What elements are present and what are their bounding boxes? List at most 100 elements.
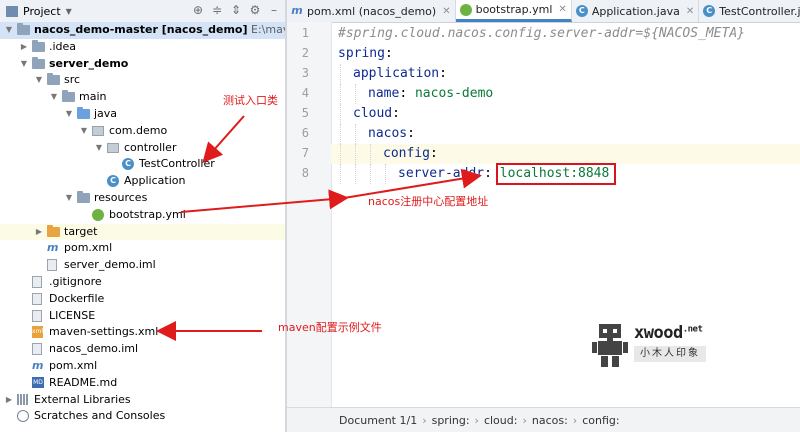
chevron-right-icon: › (474, 413, 479, 427)
java-class-icon: C (703, 5, 716, 17)
hide-panel-icon[interactable]: – (267, 3, 281, 17)
tree-item-label: server_demo.iml (64, 257, 156, 274)
tree-item[interactable]: Scratches and Consoles (0, 408, 285, 425)
md-file-icon: MD (32, 376, 44, 388)
breadcrumb-item[interactable]: cloud: (484, 414, 518, 427)
tree-item[interactable]: ▼ resources (0, 190, 285, 207)
watermark-subtitle: 小木人印象 (634, 346, 706, 362)
tree-item[interactable]: C Application (0, 173, 285, 190)
code-token: name (368, 86, 400, 101)
tree-item[interactable]: MD README.md (0, 375, 285, 392)
tree-item[interactable]: ▼ server_demo (0, 56, 285, 73)
tree-item-name: target (64, 224, 98, 238)
tree-item[interactable]: LICENSE (0, 308, 285, 325)
locate-file-icon[interactable]: ⊕ (191, 3, 205, 17)
chevron-down-icon[interactable]: ▼ (34, 72, 44, 89)
breadcrumb-item[interactable]: config: (582, 414, 619, 427)
chevron-right-icon[interactable]: ▶ (19, 39, 29, 56)
chevron-down-icon[interactable]: ▼ (64, 190, 74, 207)
tree-item[interactable]: ▶ External Libraries (0, 392, 285, 409)
tree-item-name: nacos_demo.iml (49, 342, 139, 356)
folder-module-icon (32, 56, 45, 70)
line-number: 7 (301, 146, 309, 160)
indent-guide (385, 164, 386, 184)
watermark-brand-name: xwood (634, 323, 683, 343)
xml-file-icon: xml (32, 326, 45, 339)
tree-item[interactable]: server_demo.iml (0, 257, 285, 274)
chevron-down-icon[interactable]: ▼ (49, 89, 59, 106)
tree-item[interactable]: nacos_demo.iml (0, 341, 285, 358)
folder-icon (47, 73, 60, 86)
chevron-down-icon[interactable]: ▼ (19, 56, 29, 73)
tree-item-label: main (79, 89, 106, 106)
tree-item[interactable]: Dockerfile (0, 291, 285, 308)
tree-item-name: bootstrap.yml (109, 207, 186, 221)
iml-file-icon (32, 343, 45, 356)
collapse-all-icon[interactable]: ≑ (210, 3, 224, 17)
chevron-down-icon[interactable]: ▼ (94, 140, 104, 157)
close-icon[interactable]: ✕ (686, 6, 694, 17)
maven-file-icon: m (47, 241, 59, 255)
tree-item-label: java (94, 106, 117, 123)
yml-file-icon (92, 208, 105, 221)
close-icon[interactable]: ✕ (558, 4, 566, 15)
gear-icon[interactable]: ⚙ (248, 3, 262, 17)
editor-tab-label: Application.java (591, 4, 680, 18)
tree-item-label: Scratches and Consoles (34, 408, 165, 425)
tree-item-name: nacos_demo-master (34, 23, 158, 36)
code-token: application (353, 66, 440, 81)
indent-guide (355, 84, 356, 104)
watermark-brand-tld: .net (682, 324, 703, 335)
tree-item-name: maven-settings.xml (49, 325, 159, 339)
code-area[interactable]: #spring.cloud.nacos.config.server-addr=$… (331, 22, 800, 407)
folder-icon (62, 90, 75, 103)
project-view-selector[interactable]: Project ▼ (0, 5, 72, 18)
tree-item[interactable]: ▼ nacos_demo-master [nacos_demo] E:\maven… (0, 22, 285, 39)
tree-item[interactable]: ▼ com.demo (0, 123, 285, 140)
code-token: nacos (368, 126, 408, 141)
code-line[interactable]: config: (331, 144, 800, 164)
indent-guide (355, 124, 356, 144)
tree-item-name: .idea (49, 39, 77, 53)
indent-guide (370, 164, 371, 184)
tree-item-name: TestController (139, 157, 215, 171)
code-token: spring (338, 46, 385, 61)
chevron-down-icon[interactable]: ▼ (79, 123, 89, 140)
tree-item-label: Dockerfile (49, 291, 104, 308)
breadcrumb-item[interactable]: nacos: (532, 414, 568, 427)
breadcrumb-item[interactable]: spring: (432, 414, 470, 427)
tree-item[interactable]: xml maven-settings.xml (0, 324, 285, 341)
chevron-down-icon[interactable]: ▼ (4, 22, 14, 39)
tree-item[interactable]: ▼ java (0, 106, 285, 123)
tree-item[interactable]: .gitignore (0, 274, 285, 291)
close-icon[interactable]: ✕ (442, 6, 450, 17)
editor-tab[interactable]: CTestController.java✕ (699, 0, 800, 22)
tree-item[interactable]: ▼ controller (0, 140, 285, 157)
tree-item[interactable]: bootstrap.yml (0, 207, 285, 224)
editor-tab[interactable]: bootstrap.yml ✕ (455, 0, 572, 22)
indent-guide (355, 144, 356, 164)
editor-tab-label: TestController.java (719, 4, 800, 18)
tree-item[interactable]: m pom.xml (0, 358, 285, 375)
tree-item-label: nacos_demo-master [nacos_demo] E:\maven-… (34, 22, 285, 39)
tree-item[interactable]: ▼ src (0, 72, 285, 89)
code-token: : (384, 46, 393, 61)
chevron-right-icon[interactable]: ▶ (34, 224, 44, 241)
chevron-down-icon[interactable]: ▼ (64, 106, 74, 123)
tree-item-name: com.demo (109, 123, 168, 137)
expand-icon[interactable]: ⇕ (229, 3, 243, 17)
tree-item-name: controller (124, 140, 177, 154)
tree-item[interactable]: ▶ target (0, 223, 285, 241)
line-number-gutter: 1 2 3 4 5 6 7 8 (287, 22, 332, 407)
tree-item-name: java (94, 106, 118, 120)
editor-tab[interactable]: C Application.java ✕ (572, 0, 700, 22)
code-token: : (407, 126, 415, 141)
tree-item[interactable]: m pom.xml (0, 240, 285, 257)
tree-item[interactable]: ▶ .idea (0, 39, 285, 56)
editor-tab[interactable]: m pom.xml (nacos_demo) ✕ (287, 0, 456, 22)
tree-item-name: resources (94, 190, 148, 204)
tree-item[interactable]: C TestController (0, 156, 285, 173)
chevron-right-icon[interactable]: ▶ (4, 392, 14, 409)
line-number: 2 (301, 46, 309, 60)
tree-item-label: README.md (49, 375, 117, 392)
